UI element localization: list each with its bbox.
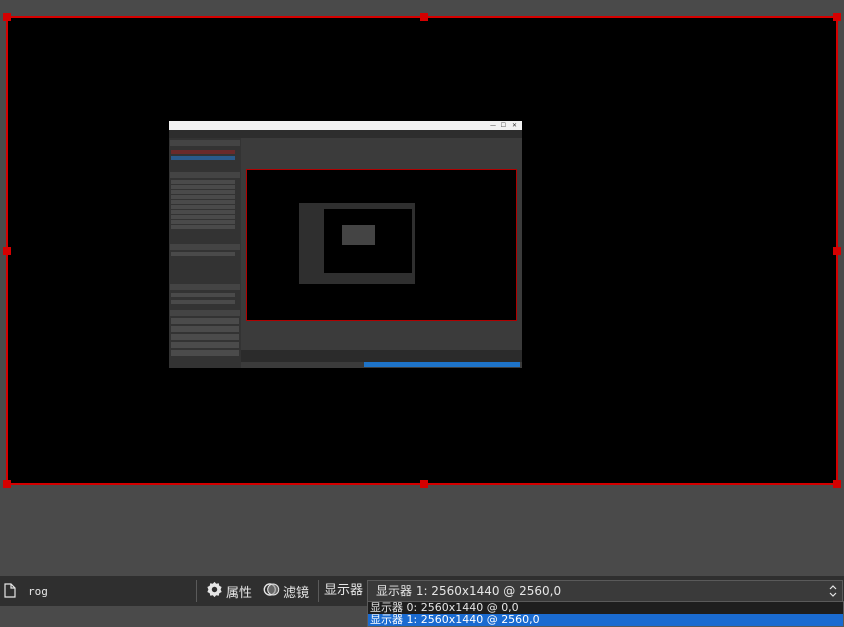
filters-label: 滤镜 [283,585,310,601]
display-dropdown-list: 显示器 0: 2560x1440 @ 0,0 显示器 1: 2560x1440 … [367,601,844,627]
thumbnail-menu-bar [169,130,522,138]
toolbar-divider [196,580,197,602]
thumbnail-selection-highlight [364,362,520,367]
display-label: 显示器 [324,583,364,598]
resize-handle-bottom-left[interactable] [3,480,11,488]
dropdown-option-selected[interactable]: 显示器 1: 2560x1440 @ 2560,0 [368,614,843,626]
file-icon [4,583,16,602]
current-source-name: rog [28,585,48,598]
resize-handle-right[interactable] [833,247,841,255]
thumbnail-title-bar: — ☐ ✕ [169,121,522,130]
resize-handle-top-left[interactable] [3,13,11,21]
properties-label: 属性 [226,585,253,601]
thumbnail-preview [246,169,517,321]
captured-screen-thumbnail: — ☐ ✕ [169,121,522,368]
thumbnail-left-docks [169,138,241,368]
properties-button[interactable]: 属性 [206,581,252,601]
resize-handle-top-right[interactable] [833,13,841,21]
resize-handle-top[interactable] [420,13,428,21]
filter-icon [263,581,280,602]
display-select-value: 显示器 1: 2560x1440 @ 2560,0 [376,584,562,598]
display-select[interactable]: 显示器 1: 2560x1440 @ 2560,0 [367,580,843,602]
gear-icon [206,581,223,602]
resize-handle-bottom-right[interactable] [833,480,841,488]
filters-button[interactable]: 滤镜 [263,581,309,601]
toolbar-divider [318,580,319,602]
thumbnail-status-bar [241,350,522,362]
resize-handle-left[interactable] [3,247,11,255]
chevron-up-down-icon [828,583,838,599]
resize-handle-bottom[interactable] [420,480,428,488]
